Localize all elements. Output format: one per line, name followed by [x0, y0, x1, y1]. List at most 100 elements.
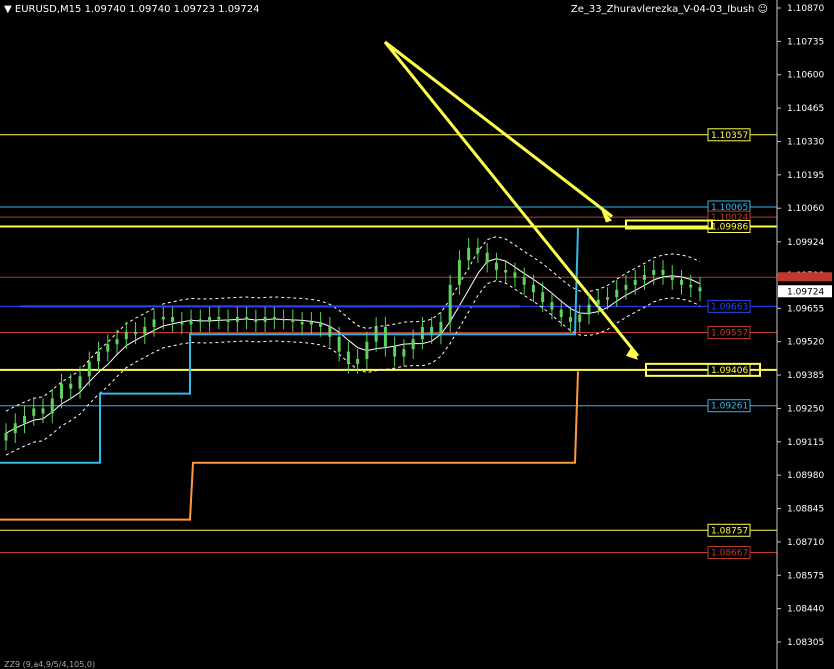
candle-body: [60, 383, 64, 399]
candle-body: [143, 326, 147, 335]
candle-body: [291, 319, 295, 322]
price-chart[interactable]: 1.103571.100651.100241.099861.096631.095…: [0, 0, 834, 669]
axis-tick-label: 1.09115: [787, 438, 824, 448]
candle-body: [365, 341, 369, 359]
candle-body: [50, 398, 54, 414]
candle-body: [383, 326, 387, 347]
candle-body: [161, 316, 165, 320]
level-label: 1.09557: [711, 329, 748, 339]
candle-body: [568, 316, 572, 322]
candle-body: [374, 326, 378, 342]
axis-tick-label: 1.09385: [787, 371, 824, 381]
level-label: 1.09261: [711, 402, 748, 412]
level-label: 1.08667: [711, 549, 748, 559]
smiley-icon: ☺: [757, 4, 768, 15]
candle-body: [679, 279, 683, 285]
candle-body: [550, 302, 554, 310]
candle-body: [32, 408, 36, 416]
axis-tick-label: 1.08440: [787, 605, 824, 615]
candle-body: [457, 260, 461, 285]
candle-body: [411, 339, 415, 350]
ohlc-values: 1.09740 1.09740 1.09723 1.09724: [84, 4, 260, 15]
candle-body: [541, 292, 545, 303]
candle-body: [559, 309, 563, 317]
axis-tick-label: 1.10060: [787, 204, 824, 214]
candle-body: [420, 326, 424, 340]
axis-tick-label: 1.10870: [787, 4, 824, 14]
level-label: 1.09986: [711, 223, 748, 233]
collapse-icon[interactable]: ▼: [4, 4, 12, 15]
indicator-name: Ze_33_Zhuravlerezka_V-04-03_Ibush ☺: [571, 4, 768, 15]
candle-body: [41, 408, 45, 414]
axis-tick-label: 1.09924: [787, 238, 824, 248]
footer-note: ZZ9 (9,a4,9/5/4,105,0): [4, 660, 96, 669]
candle-body: [319, 321, 323, 327]
candle-body: [633, 279, 637, 285]
candle-body: [587, 304, 591, 315]
candle-body: [624, 284, 628, 290]
candle-body: [337, 336, 341, 352]
axis-tick-label: 1.08710: [787, 538, 824, 548]
level-label: 1.10357: [711, 131, 748, 141]
symbol-label: EURUSD,M15: [14, 4, 82, 15]
candle-body: [393, 346, 397, 357]
candle-body: [124, 331, 128, 340]
axis-tick-label: 1.09520: [787, 338, 824, 348]
candle-body: [652, 270, 656, 275]
candle-body: [402, 349, 406, 357]
candle-body: [522, 277, 526, 285]
current-price-label: 1.09724: [787, 287, 824, 297]
candle-body: [282, 319, 286, 321]
candle-body: [328, 326, 332, 337]
candle-body: [689, 284, 693, 288]
axis-tick-label: 1.10600: [787, 71, 824, 81]
candle-body: [245, 316, 249, 320]
candle-body: [615, 289, 619, 298]
candle-body: [300, 321, 304, 325]
level-label: 1.09406: [711, 366, 748, 376]
candle-body: [596, 299, 600, 305]
bid-price-box: [778, 272, 832, 282]
candle-body: [346, 351, 350, 364]
candle-body: [698, 287, 702, 292]
candle-body: [309, 321, 313, 325]
candle-body: [198, 319, 202, 322]
candle-body: [180, 321, 184, 325]
axis-tick-label: 1.10195: [787, 171, 824, 181]
candle-body: [97, 351, 101, 362]
candle-body: [208, 316, 212, 322]
candle-body: [189, 319, 193, 325]
axis-tick-label: 1.10330: [787, 137, 824, 147]
candle-body: [448, 284, 452, 322]
axis-tick-label: 1.10735: [787, 37, 824, 47]
axis-tick-label: 1.10465: [787, 104, 824, 114]
indicator-label: Ze_33_Zhuravlerezka_V-04-03_Ibush: [570, 4, 755, 15]
candle-body: [87, 361, 91, 377]
chart-header: ▼ EURUSD,M15 1.09740 1.09740 1.09723 1.0…: [4, 4, 260, 15]
candle-body: [642, 274, 646, 280]
candle-body: [513, 272, 517, 278]
candle-body: [578, 314, 582, 322]
candle-body: [235, 316, 239, 322]
candle-body: [78, 376, 82, 389]
candle-body: [106, 344, 110, 352]
level-label: 1.09663: [711, 302, 748, 312]
candle-body: [439, 321, 443, 335]
candle-body: [69, 383, 73, 389]
candle-body: [115, 339, 119, 345]
candle-body: [134, 331, 138, 335]
axis-tick-label: 1.08845: [787, 505, 824, 515]
candle-body: [217, 316, 221, 320]
candle-body: [467, 247, 471, 261]
axis-tick-label: 1.08305: [787, 638, 824, 648]
candle-body: [670, 274, 674, 280]
candle-body: [23, 415, 27, 424]
candle-body: [356, 358, 360, 364]
candle-body: [272, 316, 276, 320]
candle-body: [13, 423, 17, 434]
candle-body: [4, 433, 8, 441]
level-label: 1.08757: [711, 526, 748, 536]
candle-body: [504, 270, 508, 273]
axis-tick-label: 1.09655: [787, 304, 824, 314]
candle-body: [226, 319, 230, 322]
